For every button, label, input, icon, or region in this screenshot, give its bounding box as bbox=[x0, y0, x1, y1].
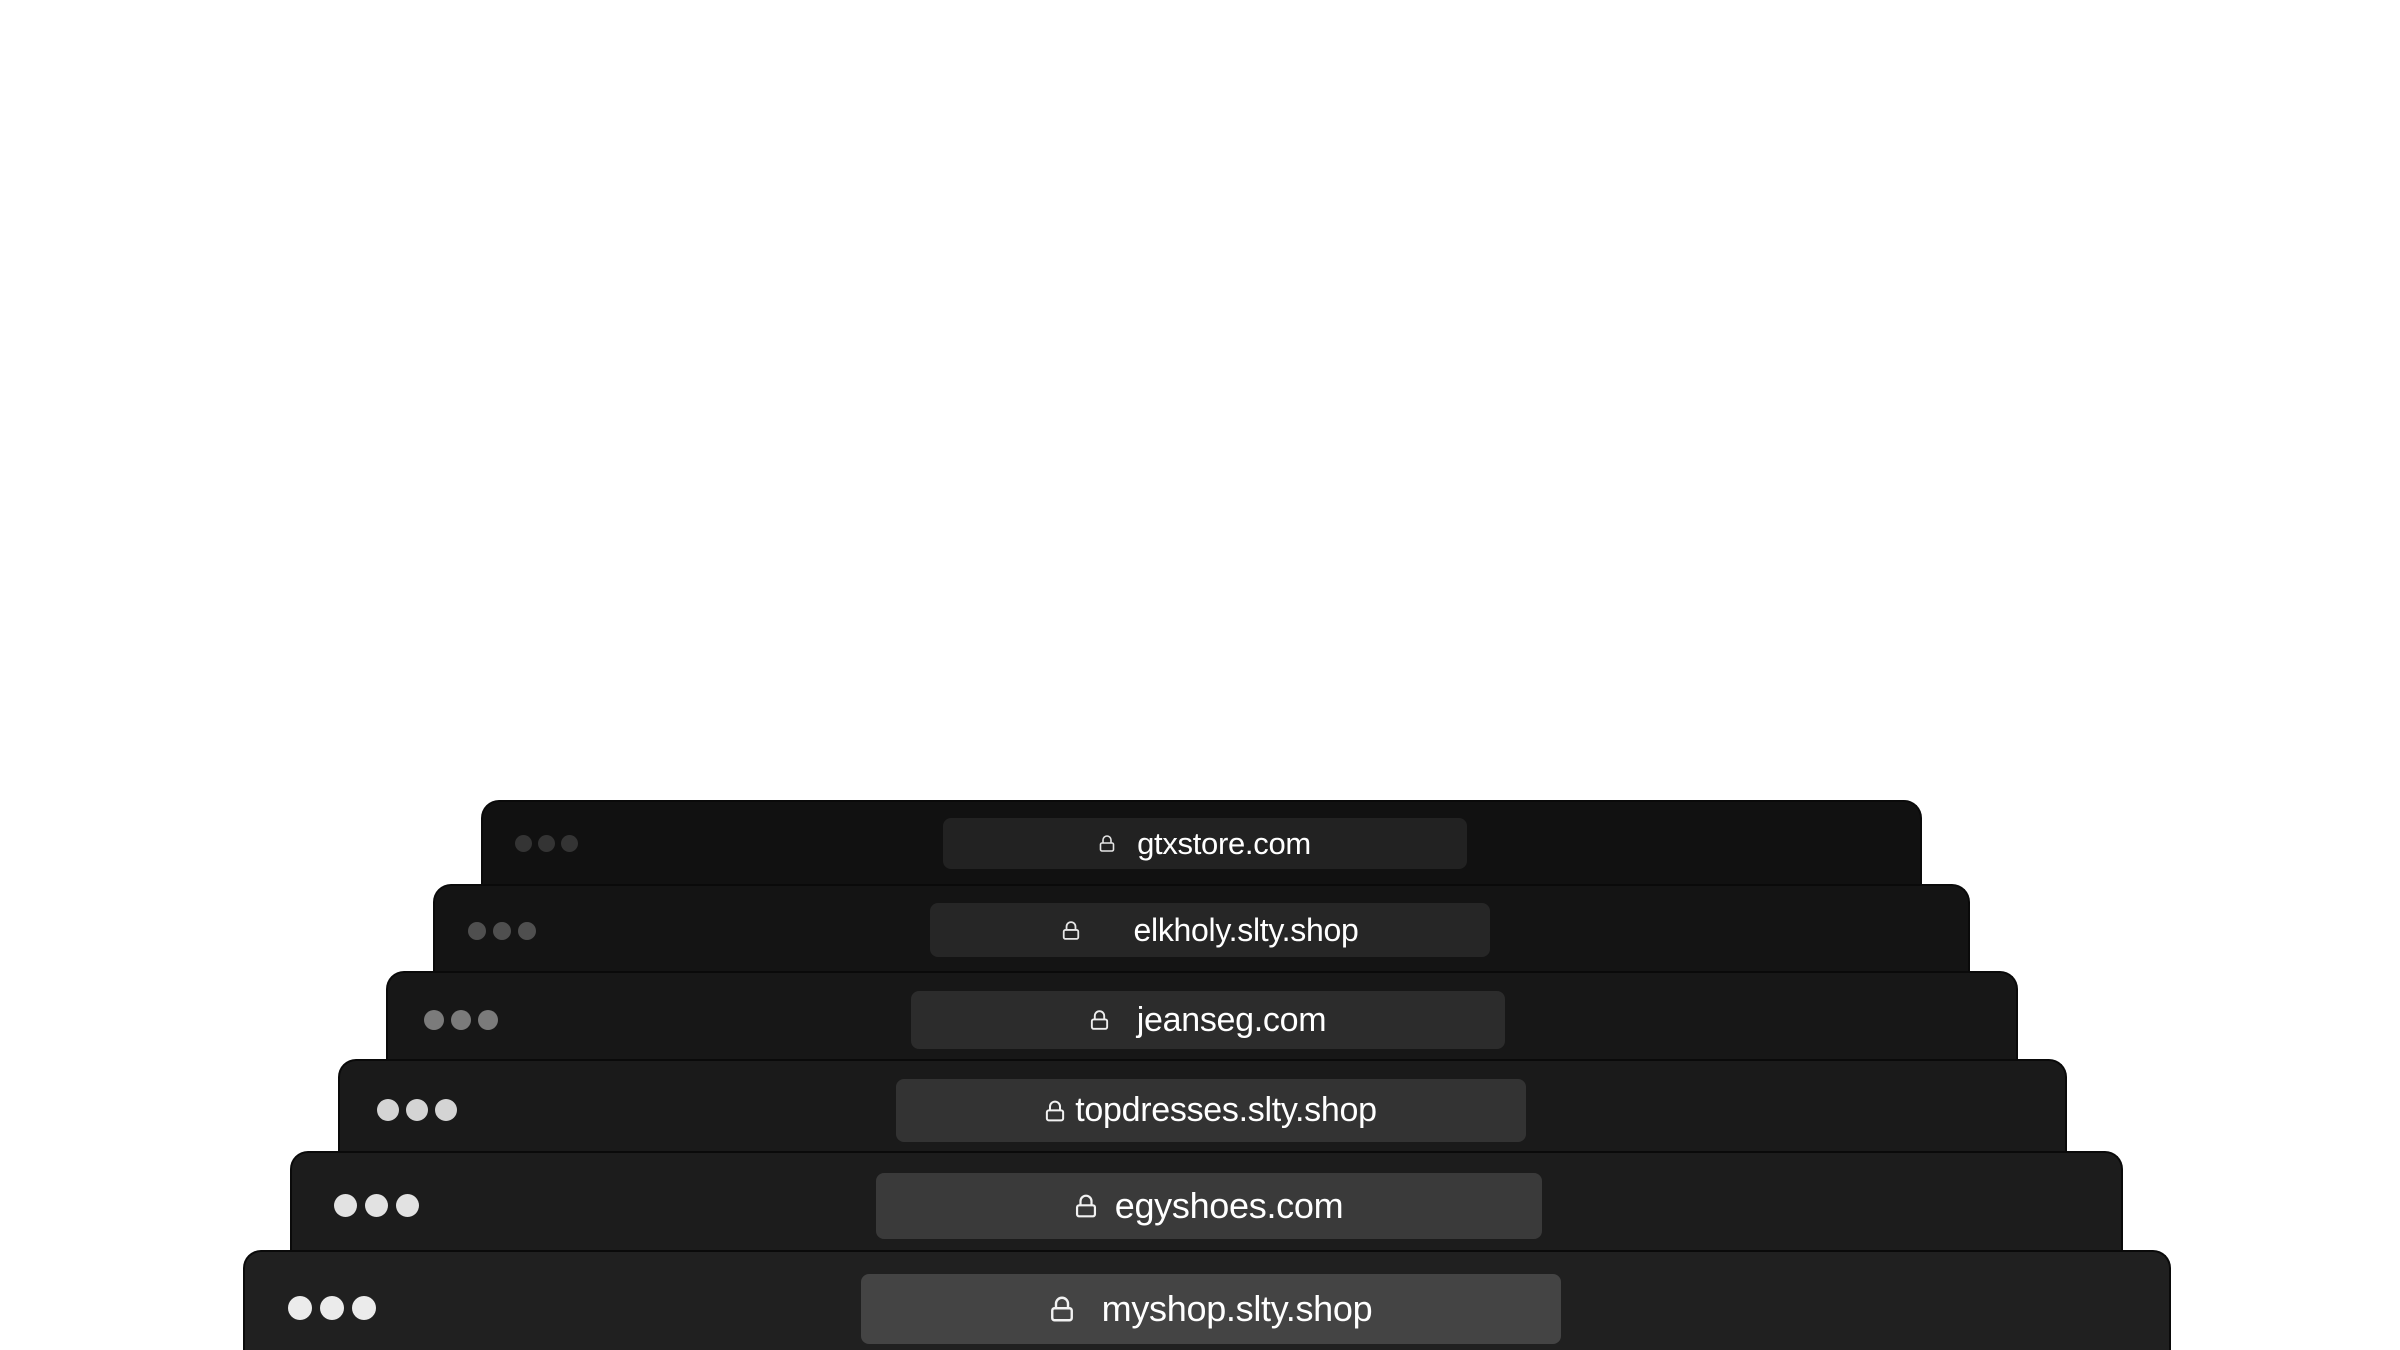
window-controls bbox=[377, 1099, 457, 1121]
minimize-dot-icon[interactable] bbox=[538, 835, 555, 852]
address-bar[interactable]: jeanseg.com bbox=[911, 991, 1505, 1049]
browser-window-jeanseg[interactable]: jeanseg.com bbox=[386, 971, 2018, 1063]
close-dot-icon[interactable] bbox=[334, 1194, 357, 1217]
minimize-dot-icon[interactable] bbox=[365, 1194, 388, 1217]
maximize-dot-icon[interactable] bbox=[435, 1099, 457, 1121]
lock-icon bbox=[1062, 920, 1080, 940]
maximize-dot-icon[interactable] bbox=[396, 1194, 419, 1217]
lock-icon bbox=[1045, 1100, 1065, 1122]
maximize-dot-icon[interactable] bbox=[352, 1296, 376, 1320]
maximize-dot-icon[interactable] bbox=[478, 1010, 498, 1030]
browser-window-egyshoes[interactable]: egyshoes.com bbox=[290, 1151, 2123, 1255]
url-text: elkholy.slty.shop bbox=[1133, 911, 1359, 948]
maximize-dot-icon[interactable] bbox=[561, 835, 578, 852]
browser-window-myshop[interactable]: myshop.slty.shop bbox=[243, 1250, 2171, 1350]
browser-window-topdresses[interactable]: topdresses.slty.shop bbox=[338, 1059, 2067, 1157]
url-text: gtxstore.com bbox=[1137, 825, 1311, 861]
close-dot-icon[interactable] bbox=[515, 835, 532, 852]
browser-window-stack: gtxstore.com elkholy.slty.shop jeanseg.c… bbox=[0, 0, 2400, 1350]
close-dot-icon[interactable] bbox=[468, 922, 486, 940]
url-text: egyshoes.com bbox=[1114, 1185, 1344, 1226]
minimize-dot-icon[interactable] bbox=[451, 1010, 471, 1030]
window-controls bbox=[288, 1296, 376, 1320]
window-controls bbox=[468, 922, 536, 940]
minimize-dot-icon[interactable] bbox=[320, 1296, 344, 1320]
address-bar[interactable]: egyshoes.com bbox=[876, 1173, 1542, 1239]
minimize-dot-icon[interactable] bbox=[406, 1099, 428, 1121]
close-dot-icon[interactable] bbox=[424, 1010, 444, 1030]
url-text: topdresses.slty.shop bbox=[1075, 1091, 1377, 1129]
lock-icon bbox=[1099, 835, 1115, 852]
lock-icon bbox=[1075, 1194, 1097, 1218]
window-controls bbox=[515, 835, 578, 852]
window-controls bbox=[334, 1194, 419, 1217]
close-dot-icon[interactable] bbox=[377, 1099, 399, 1121]
browser-window-gtxstore[interactable]: gtxstore.com bbox=[481, 800, 1922, 890]
url-text: jeanseg.com bbox=[1136, 1000, 1327, 1039]
address-bar[interactable]: elkholy.slty.shop bbox=[930, 903, 1490, 957]
window-controls bbox=[424, 1010, 498, 1030]
url-text: myshop.slty.shop bbox=[1101, 1288, 1373, 1329]
lock-icon bbox=[1090, 1010, 1109, 1030]
address-bar[interactable]: myshop.slty.shop bbox=[861, 1274, 1561, 1344]
minimize-dot-icon[interactable] bbox=[493, 922, 511, 940]
address-bar[interactable]: gtxstore.com bbox=[943, 818, 1467, 869]
close-dot-icon[interactable] bbox=[288, 1296, 312, 1320]
lock-icon bbox=[1050, 1296, 1074, 1322]
address-bar[interactable]: topdresses.slty.shop bbox=[896, 1079, 1526, 1142]
maximize-dot-icon[interactable] bbox=[518, 922, 536, 940]
browser-window-elkholy[interactable]: elkholy.slty.shop bbox=[433, 884, 1970, 974]
